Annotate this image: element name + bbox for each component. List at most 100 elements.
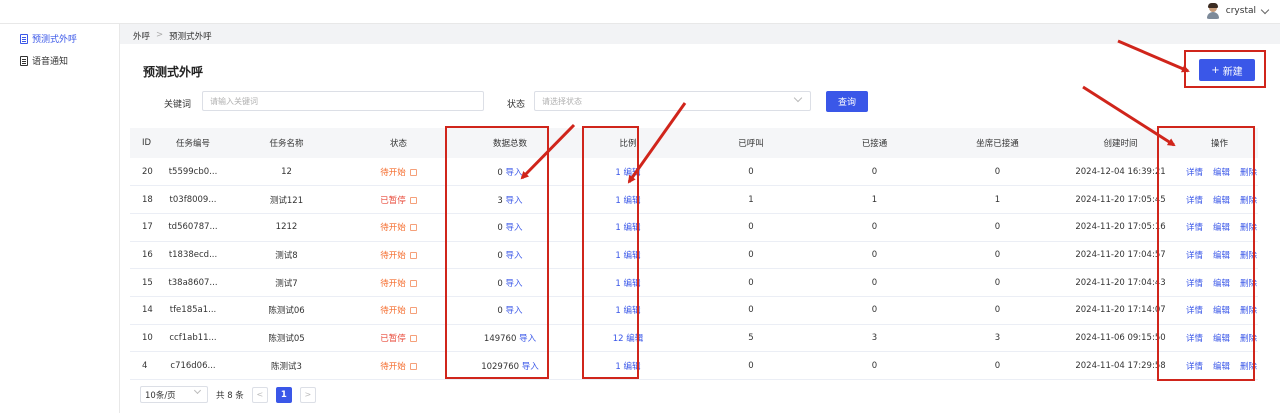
cell-name: 测试8 [228,241,345,270]
user-name: crystal [1225,6,1256,16]
cell-created-time: 2024-12-04 16:39:21 [1060,158,1181,187]
detail-link[interactable]: 详情 [1186,223,1203,233]
cell-id: 16 [130,241,158,270]
edit-link[interactable]: 编辑 [1213,279,1230,289]
keyword-input[interactable]: 请输入关键词 [202,91,484,111]
column-header: 已呼叫 [688,128,814,158]
cell-agent-connected: 0 [935,268,1060,297]
detail-link[interactable]: 详情 [1186,306,1203,316]
detail-link[interactable]: 详情 [1186,196,1203,206]
sidebar: 预测式外呼 语音通知 [0,24,120,413]
page-title: 预测式外呼 [143,65,204,79]
next-page-button[interactable]: > [299,386,316,403]
ratio-edit-link[interactable]: 编辑 [624,362,641,372]
import-link[interactable]: 导入 [506,251,523,261]
cell-called: 0 [688,241,814,270]
chevron-down-icon [793,93,803,103]
sidebar-item-voice-notice[interactable]: 语音通知 [20,54,68,67]
delete-link[interactable]: 删除 [1240,168,1257,178]
cell-called: 0 [688,351,814,380]
import-link[interactable]: 导入 [519,334,536,344]
edit-icon[interactable] [409,362,417,370]
ratio-value: 1 [615,306,621,317]
ratio-edit-link[interactable]: 编辑 [626,334,643,344]
ratio-edit-link[interactable]: 编辑 [624,196,641,206]
edit-icon[interactable] [409,251,417,259]
ratio-edit-link[interactable]: 编辑 [624,279,641,289]
edit-icon[interactable] [409,334,417,342]
detail-link[interactable]: 详情 [1186,334,1203,344]
edit-link[interactable]: 编辑 [1213,306,1230,316]
cell-ratio: 1 编辑 [568,296,688,325]
column-header: 创建时间 [1060,128,1181,158]
edit-icon[interactable] [409,168,417,176]
delete-link[interactable]: 删除 [1240,334,1257,344]
edit-link[interactable]: 编辑 [1213,362,1230,372]
detail-link[interactable]: 详情 [1186,362,1203,372]
cell-status: 待开始 [345,268,452,297]
edit-link[interactable]: 编辑 [1213,196,1230,206]
delete-link[interactable]: 删除 [1240,362,1257,372]
cell-operations: 详情 编辑 删除 [1181,268,1258,297]
new-button[interactable]: + 新建 [1199,59,1255,81]
chevron-down-icon [193,386,202,395]
prev-page-button[interactable]: < [251,386,268,403]
status-select[interactable]: 请选择状态 [534,91,811,111]
total-value: 0 [497,250,503,261]
cell-code: tfe185a1... [158,296,228,325]
edit-icon[interactable] [409,307,417,315]
sidebar-item-label: 预测式外呼 [32,35,78,45]
edit-link[interactable]: 编辑 [1213,223,1230,233]
cell-called: 0 [688,296,814,325]
import-link[interactable]: 导入 [506,168,523,178]
page-number[interactable]: 1 [275,386,292,403]
ratio-edit-link[interactable]: 编辑 [624,223,641,233]
delete-link[interactable]: 删除 [1240,251,1257,261]
edit-link[interactable]: 编辑 [1213,251,1230,261]
document-icon [20,55,28,66]
import-link[interactable]: 导入 [506,279,523,289]
cell-connected: 0 [814,158,935,187]
ratio-edit-link[interactable]: 编辑 [624,168,641,178]
cell-operations: 详情 编辑 删除 [1181,241,1258,270]
cell-id: 20 [130,158,158,187]
delete-link[interactable]: 删除 [1240,223,1257,233]
page-size-select[interactable]: 10条/页 [140,386,208,403]
edit-link[interactable]: 编辑 [1213,168,1230,178]
detail-link[interactable]: 详情 [1186,279,1203,289]
import-link[interactable]: 导入 [506,223,523,233]
delete-link[interactable]: 删除 [1240,279,1257,289]
query-button[interactable]: 查询 [826,91,868,112]
cell-connected: 0 [814,268,935,297]
cell-called: 0 [688,213,814,242]
detail-link[interactable]: 详情 [1186,251,1203,261]
cell-status: 待开始 [345,213,452,242]
sidebar-item-predictive-call[interactable]: 预测式外呼 [20,32,77,45]
cell-status: 待开始 [345,296,452,325]
cell-name: 1212 [228,213,345,242]
breadcrumb-item[interactable]: 外呼 [133,30,150,42]
cell-operations: 详情 编辑 删除 [1181,324,1258,353]
import-link[interactable]: 导入 [522,362,539,372]
cell-total: 149760 导入 [452,324,568,353]
detail-link[interactable]: 详情 [1186,168,1203,178]
edit-icon[interactable] [409,224,417,232]
ratio-edit-link[interactable]: 编辑 [624,306,641,316]
import-link[interactable]: 导入 [506,306,523,316]
user-menu[interactable]: crystal [1205,3,1270,19]
cell-code: t38a8607... [158,268,228,297]
cell-ratio: 1 编辑 [568,158,688,187]
column-header: 任务编号 [158,128,228,158]
column-header: 比例 [568,128,688,158]
import-link[interactable]: 导入 [506,196,523,206]
new-button-label: 新建 [1222,66,1243,78]
cell-created-time: 2024-11-20 17:14:07 [1060,296,1181,325]
delete-link[interactable]: 删除 [1240,196,1257,206]
column-header: 状态 [345,128,452,158]
cell-id: 15 [130,268,158,297]
edit-icon[interactable] [409,196,417,204]
ratio-edit-link[interactable]: 编辑 [624,251,641,261]
edit-icon[interactable] [409,279,417,287]
edit-link[interactable]: 编辑 [1213,334,1230,344]
delete-link[interactable]: 删除 [1240,306,1257,316]
